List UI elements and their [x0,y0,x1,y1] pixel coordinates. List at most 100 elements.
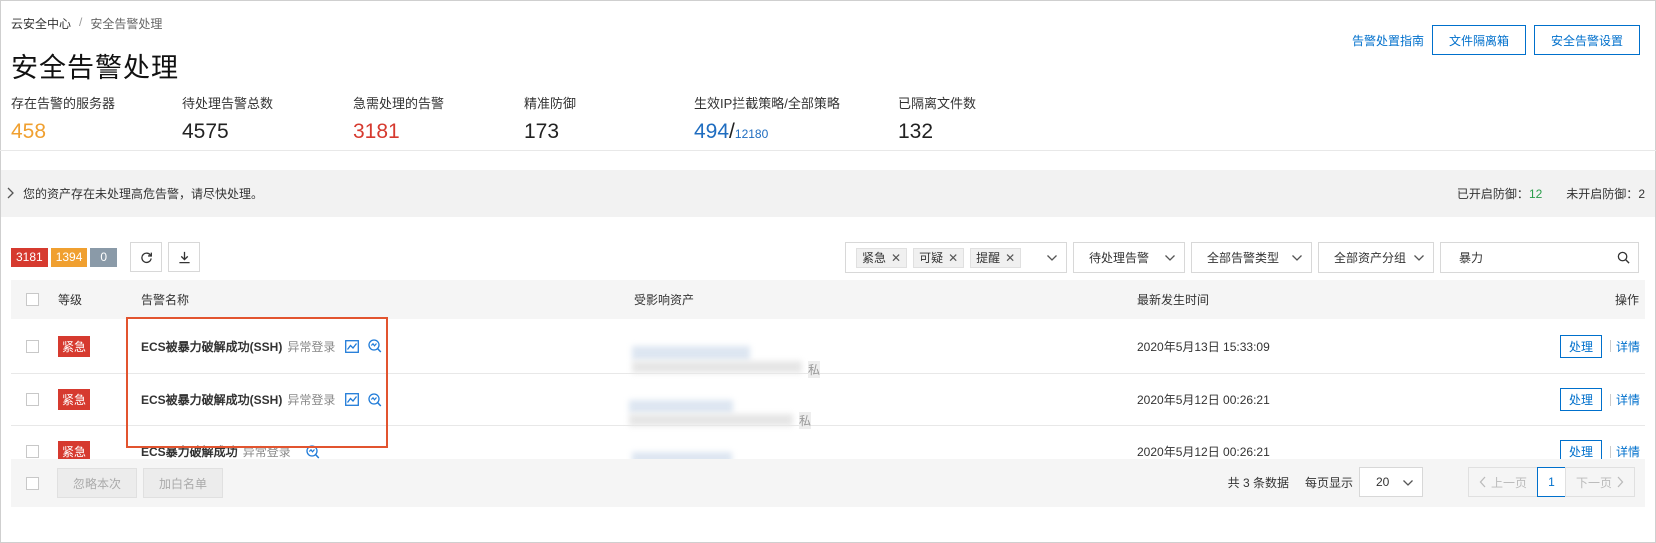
refresh-button[interactable] [130,242,163,272]
defense-disabled-count: 2 [1638,187,1645,201]
header-name: 告警名称 [141,293,190,307]
level-tag-reminder: 提醒 ✕ [970,247,1022,268]
stat-label: 待处理告警总数 [182,96,274,111]
trace-search-icon[interactable] [367,339,382,353]
trace-search-icon[interactable] [305,444,320,459]
detail-link[interactable]: 详情 [1616,443,1640,460]
process-button[interactable]: 处理 [1559,388,1602,411]
alert-name-cell: ECS暴力破解成功 异常登录 [141,443,320,460]
stat-label: 存在告警的服务器 [11,96,116,111]
suspicious-count-badge[interactable]: 1394 [50,247,88,267]
alert-guide-link[interactable]: 告警处置指南 [1352,32,1424,49]
notice-bar[interactable]: 您的资产存在未处理高危告警，请尽快处理。 已开启防御：12 未开启防御：2 [1,170,1655,217]
chevron-down-icon [1414,255,1424,261]
level-filter-select[interactable]: 紧急 ✕ 可疑 ✕ 提醒 ✕ [845,242,1067,273]
alert-settings-button[interactable]: 安全告警设置 [1533,25,1640,55]
alert-name-cell: ECS被暴力破解成功(SSH) 异常登录 [141,338,382,355]
chevron-down-icon [1403,480,1413,486]
search-icon[interactable] [1617,251,1630,264]
alert-subtype: 异常登录 [287,339,336,354]
process-button[interactable]: 处理 [1559,334,1602,358]
defense-disabled: 未开启防御：2 [1566,185,1645,202]
page-size-select[interactable]: 20 [1358,467,1423,497]
chevron-down-icon [1047,255,1057,261]
defense-summary: 已开启防御：12 未开启防御：2 [1457,185,1645,202]
close-icon[interactable]: ✕ [891,251,901,265]
level-badge: 紧急 [58,389,91,410]
reminder-count-badge[interactable]: 0 [90,247,118,267]
row-checkbox[interactable] [26,393,39,406]
select-all-checkbox[interactable] [26,293,39,306]
table-row[interactable]: 紧急 ECS被暴力破解成功(SSH) 异常登录 私 2020年5月13日 15:… [11,319,1645,378]
alert-subtype: 异常登录 [242,445,291,459]
download-button[interactable] [168,242,201,272]
prev-page-label: 上一页 [1490,475,1527,490]
status-filter-select[interactable]: 待处理告警 [1073,242,1185,273]
prev-page-button[interactable]: 上一页 [1467,467,1538,497]
alert-name[interactable]: ECS被暴力破解成功(SSH) [141,338,282,355]
ignore-once-button[interactable]: 忽略本次 [57,468,138,498]
total-count: 共 3 条数据 [1227,475,1289,490]
breadcrumb: 云安全中心 / 安全告警处理 [11,15,162,32]
urgent-count-badge[interactable]: 3181 [11,247,48,267]
add-whitelist-button[interactable]: 加白名单 [143,468,224,498]
action-divider [1609,393,1611,406]
select-all-checkbox[interactable] [26,476,39,490]
table-footer: 忽略本次 加白名单 共 3 条数据 每页显示 20 上一页 1 下一页 [11,459,1645,507]
next-page-button[interactable]: 下一页 [1564,467,1635,497]
header-time: 最新发生时间 [1137,293,1210,307]
close-icon[interactable]: ✕ [1005,251,1015,265]
chevron-down-icon [1165,255,1175,261]
stat-pending-alerts: 待处理告警总数 4575 [182,93,353,144]
stat-label: 急需处理的告警 [353,96,445,111]
table-header: 等级 告警名称 受影响资产 最新发生时间 操作 [11,280,1645,319]
row-actions: 处理 详情 [1559,334,1640,358]
download-icon [178,251,190,263]
stat-value[interactable]: 458 [11,120,182,144]
defense-enabled-label: 已开启防御： [1456,187,1529,201]
stat-value: 4575 [182,120,229,143]
alert-name-cell: ECS被暴力破解成功(SSH) 异常登录 [141,391,382,408]
stat-quarantined-files: 已隔离文件数 132 [898,93,1048,144]
search-input-value: 暴力 [1459,251,1484,265]
alert-name[interactable]: ECS被暴力破解成功(SSH) [141,391,282,408]
close-icon[interactable]: ✕ [948,251,958,265]
file-quarantine-button[interactable]: 文件隔离箱 [1431,25,1526,55]
search-input[interactable]: 暴力 [1440,242,1639,273]
breadcrumb-parent[interactable]: 云安全中心 [11,15,71,32]
page-number-current[interactable]: 1 [1536,467,1566,497]
trace-search-icon[interactable] [367,392,382,407]
chevron-right-icon[interactable] [5,186,21,202]
stat-value[interactable]: 3181 [353,120,524,144]
alert-time: 2020年5月13日 15:33:09 [1137,339,1270,354]
stat-value-total[interactable]: 12180 [735,127,768,141]
header-level: 等级 [58,293,83,307]
row-checkbox[interactable] [26,339,39,353]
top-actions: 告警处置指南 文件隔离箱 安全告警设置 [1352,25,1640,55]
table-row[interactable]: 紧急 ECS被暴力破解成功(SSH) 异常登录 私 2020年5月12日 00:… [11,374,1645,429]
stat-label: 精准防御 [524,96,577,111]
asset-group-filter-select[interactable]: 全部资产分组 [1318,242,1434,273]
notice-message: 您的资产存在未处理高危告警，请尽快处理。 [23,187,264,201]
tag-label: 可疑 [919,251,944,265]
action-divider [1609,340,1611,352]
next-page-label: 下一页 [1575,475,1612,490]
stat-value: 494/12180 [694,120,898,144]
stat-value-effective[interactable]: 494 [694,120,729,143]
level-tag-urgent: 紧急 ✕ [856,247,908,268]
detail-link[interactable]: 详情 [1616,338,1640,355]
stats-row: 存在告警的服务器 458 待处理告警总数 4575 急需处理的告警 3181 精… [11,93,1048,144]
stat-precise-defense: 精准防御 173 [524,93,694,144]
stat-value: 132 [898,120,934,143]
chart-icon[interactable] [345,339,360,353]
alert-name[interactable]: ECS暴力破解成功 [141,443,238,460]
row-checkbox[interactable] [26,445,39,458]
tag-label: 紧急 [862,251,887,265]
detail-link[interactable]: 详情 [1616,391,1640,408]
level-badge: 紧急 [58,335,91,357]
chart-icon[interactable] [345,393,360,406]
alert-type-filter-select[interactable]: 全部告警类型 [1191,242,1312,273]
stat-servers-with-alerts: 存在告警的服务器 458 [11,93,182,144]
pagination: 共 3 条数据 每页显示 20 上一页 1 下一页 [1228,467,1635,497]
page-size-label: 每页显示 [1304,475,1353,490]
